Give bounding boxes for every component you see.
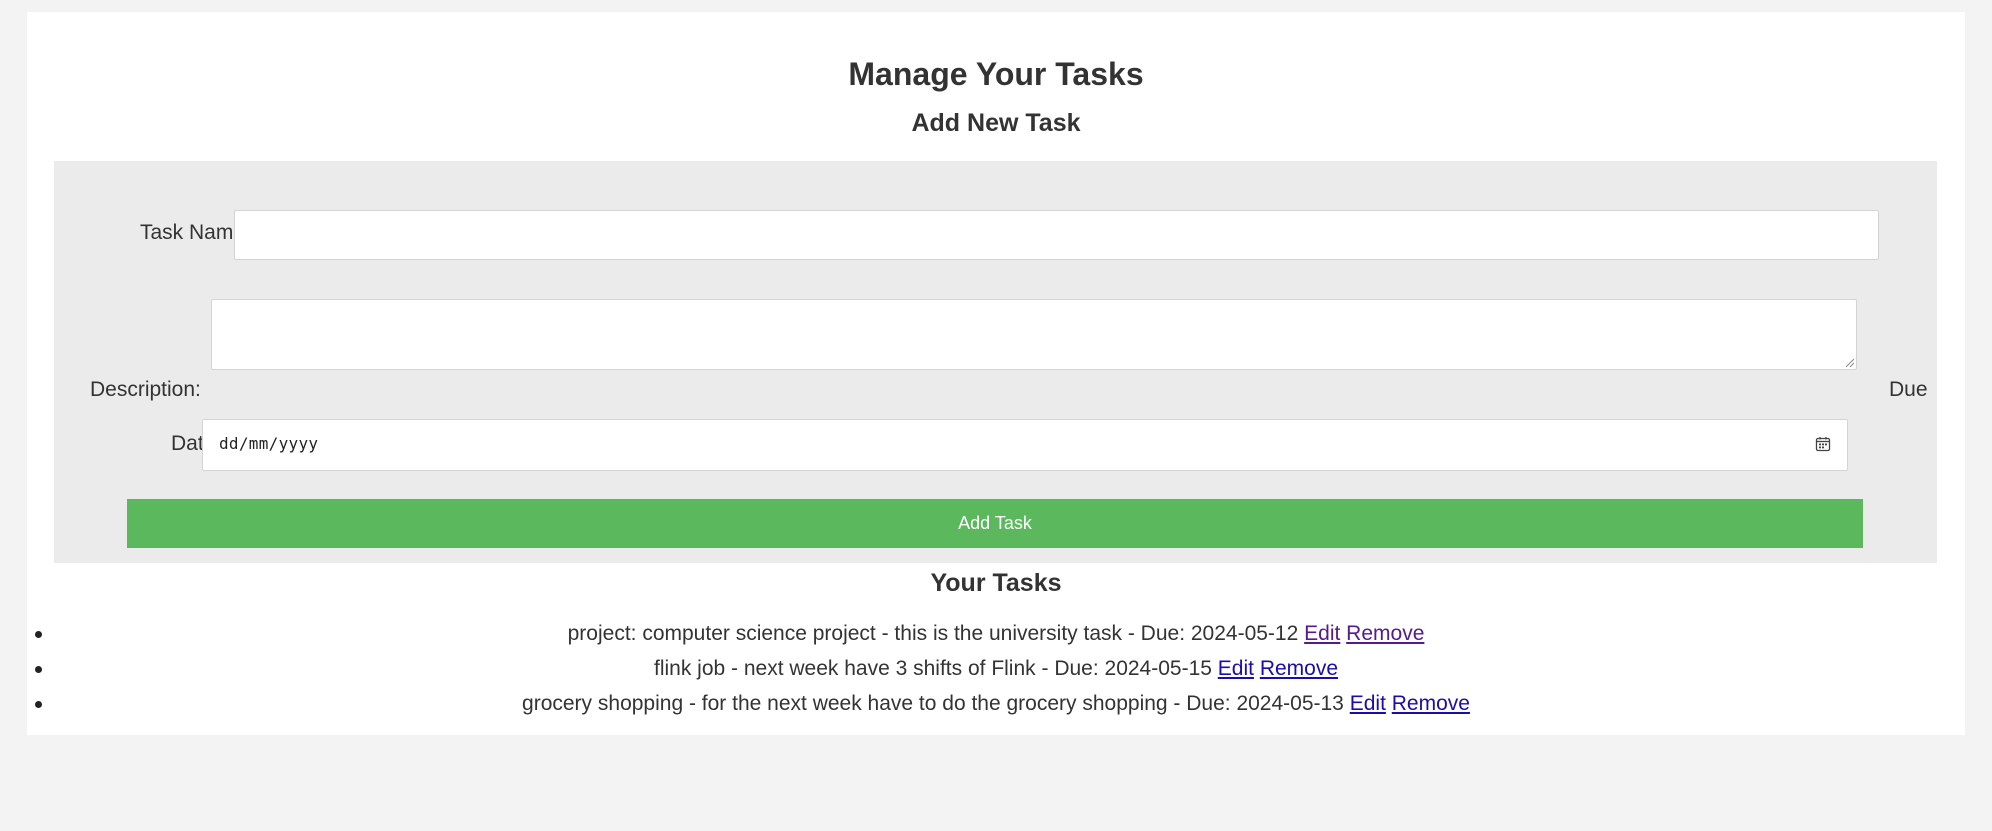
add-task-form: Task Name: Description: Due Date: dd/mm/… — [54, 161, 1937, 563]
edit-task-link[interactable]: Edit — [1350, 692, 1386, 715]
task-text: grocery shopping - for the next week hav… — [522, 692, 1344, 715]
page-title: Manage Your Tasks — [848, 56, 1144, 92]
add-task-heading: Add New Task — [911, 109, 1081, 137]
edit-task-link[interactable]: Edit — [1218, 657, 1254, 680]
task-name-input[interactable] — [234, 210, 1879, 260]
description-textarea[interactable] — [211, 299, 1857, 370]
remove-task-link[interactable]: Remove — [1392, 692, 1470, 715]
date-placeholder: dd/mm/yyyy — [219, 434, 319, 453]
list-item: project: computer science project - this… — [27, 616, 1965, 651]
remove-task-link[interactable]: Remove — [1260, 657, 1338, 680]
list-item: grocery shopping - for the next week hav… — [27, 686, 1965, 721]
bullet-icon — [35, 701, 42, 708]
task-text: flink job - next week have 3 shifts of F… — [653, 657, 1212, 680]
task-manager-card: Manage Your Tasks Add New Task Task Name… — [27, 12, 1965, 735]
list-item: flink job - next week have 3 shifts of F… — [27, 651, 1965, 686]
task-list: project: computer science project - this… — [27, 616, 1965, 721]
calendar-icon[interactable] — [1815, 436, 1831, 452]
due-date-input[interactable]: dd/mm/yyyy — [202, 419, 1848, 471]
task-text: project: computer science project - this… — [567, 622, 1299, 645]
your-tasks-heading: Your Tasks — [930, 569, 1062, 597]
bullet-icon — [35, 631, 42, 638]
edit-task-link[interactable]: Edit — [1304, 622, 1340, 645]
resize-grip-icon[interactable] — [1845, 358, 1854, 367]
remove-task-link[interactable]: Remove — [1346, 622, 1424, 645]
due-label-part: Due — [1889, 378, 1928, 401]
bullet-icon — [35, 666, 42, 673]
description-label: Description: — [90, 378, 201, 401]
add-task-button[interactable]: Add Task — [127, 499, 1863, 548]
